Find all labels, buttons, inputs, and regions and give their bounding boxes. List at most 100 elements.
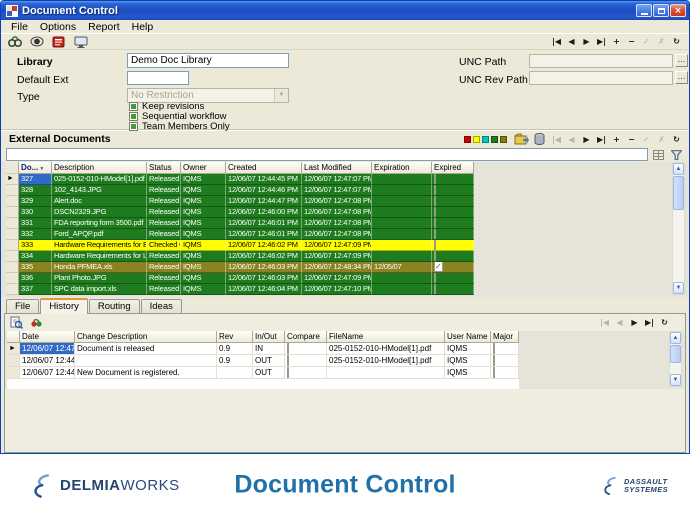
expired-cell[interactable] bbox=[432, 174, 474, 185]
nav-first-button[interactable]: |◀ bbox=[550, 36, 563, 47]
doc-cell[interactable]: 333 bbox=[19, 240, 52, 251]
status-cell[interactable]: Released bbox=[147, 207, 181, 218]
nav-insert-button[interactable]: + bbox=[610, 134, 623, 145]
document-row[interactable]: 337SPC data import.xlsReleasedIQMS12/06/… bbox=[6, 284, 689, 295]
nav-next-button[interactable]: ▶ bbox=[628, 317, 641, 328]
status-cell[interactable]: Released bbox=[147, 218, 181, 229]
doc-cell[interactable]: 336 bbox=[19, 273, 52, 284]
username-cell[interactable]: IQMS bbox=[445, 343, 491, 355]
owner-cell[interactable]: IQMS bbox=[181, 251, 226, 262]
compare-cell[interactable] bbox=[285, 343, 327, 355]
owner-cell[interactable]: IQMS bbox=[181, 273, 226, 284]
menu-help[interactable]: Help bbox=[126, 21, 160, 33]
default-ext-input[interactable] bbox=[127, 71, 189, 85]
modified-cell[interactable]: 12/06/07 12:47:09 PM bbox=[302, 240, 372, 251]
expiration-cell[interactable]: 12/05/07 bbox=[372, 262, 432, 273]
username-cell[interactable]: IQMS bbox=[445, 355, 491, 367]
checkbox-icon[interactable] bbox=[129, 102, 138, 111]
modified-cell[interactable]: 12/06/07 12:47:07 PM bbox=[302, 174, 372, 185]
description-cell[interactable]: Hardware Requirements for Ente bbox=[52, 240, 147, 251]
column-header-user-name[interactable]: User Name bbox=[445, 331, 491, 343]
maximize-button[interactable] bbox=[653, 4, 669, 17]
expired-cell[interactable] bbox=[432, 196, 474, 207]
description-cell[interactable]: SPC data import.xls bbox=[52, 284, 147, 295]
expired-cell[interactable] bbox=[432, 273, 474, 284]
owner-cell[interactable]: IQMS bbox=[181, 196, 226, 207]
tab-file[interactable]: File bbox=[6, 299, 39, 313]
expired-checkbox[interactable] bbox=[434, 218, 436, 228]
expired-cell[interactable] bbox=[432, 240, 474, 251]
expired-cell[interactable] bbox=[432, 229, 474, 240]
expired-checkbox[interactable] bbox=[434, 229, 436, 239]
document-row[interactable]: ►327025-0152-010-HModel[1].pdfReleasedIQ… bbox=[6, 174, 689, 185]
column-header-status[interactable]: Status bbox=[147, 162, 181, 174]
description-cell[interactable]: Hardware Requirements for Larg bbox=[52, 251, 147, 262]
status-cell[interactable]: Released bbox=[147, 251, 181, 262]
tab-routing[interactable]: Routing bbox=[89, 299, 140, 313]
column-header-compare[interactable]: Compare bbox=[285, 331, 327, 343]
inout-cell[interactable]: OUT bbox=[253, 355, 285, 367]
doc-cell[interactable]: 335 bbox=[19, 262, 52, 273]
expired-cell[interactable] bbox=[432, 218, 474, 229]
modified-cell[interactable]: 12/06/07 12:47:08 PM bbox=[302, 229, 372, 240]
filename-cell[interactable]: 025-0152-010-HModel[1].pdf bbox=[327, 355, 445, 367]
description-cell[interactable]: Honda PFMEA.xls bbox=[52, 262, 147, 273]
created-cell[interactable]: 12/06/07 12:46:01 PM bbox=[226, 218, 302, 229]
form-checkbox-row-2[interactable]: Team Members Only bbox=[129, 122, 230, 131]
column-header-created[interactable]: Created bbox=[226, 162, 302, 174]
rev-cell[interactable]: 0.9 bbox=[217, 355, 253, 367]
created-cell[interactable]: 12/06/07 12:44:47 PM bbox=[226, 196, 302, 207]
major-checkbox[interactable] bbox=[493, 343, 495, 354]
description-cell[interactable]: Ford_APQP.pdf bbox=[52, 229, 147, 240]
doc-cell[interactable]: 332 bbox=[19, 229, 52, 240]
form-checkbox-row-0[interactable]: Keep revisions bbox=[129, 102, 230, 111]
owner-cell[interactable]: IQMS bbox=[181, 218, 226, 229]
compare-checkbox[interactable] bbox=[287, 343, 289, 354]
database-icon[interactable] bbox=[532, 133, 547, 146]
change-description-cell[interactable]: Document is released bbox=[75, 343, 217, 355]
date-cell[interactable]: 12/06/07 12:44... bbox=[20, 355, 75, 367]
scroll-down-icon[interactable]: ▼ bbox=[670, 374, 681, 386]
documents-scrollbar[interactable]: ▲ ▼ bbox=[672, 162, 685, 295]
nav-prior-button[interactable]: ◀ bbox=[565, 36, 578, 47]
document-row[interactable]: 328102_4143.JPGReleasedIQMS12/06/07 12:4… bbox=[6, 185, 689, 196]
filename-cell[interactable]: 025-0152-010-HModel[1].pdf bbox=[327, 343, 445, 355]
change-description-cell[interactable]: New Document is registered. bbox=[75, 367, 217, 379]
expiration-cell[interactable] bbox=[372, 251, 432, 262]
description-cell[interactable]: DSCN2329.JPG bbox=[52, 207, 147, 218]
nav-next-button[interactable]: ▶ bbox=[580, 36, 593, 47]
column-header-filename[interactable]: FileName bbox=[327, 331, 445, 343]
document-row[interactable]: 330DSCN2329.JPGReleasedIQMS12/06/07 12:4… bbox=[6, 207, 689, 218]
doc-cell[interactable]: 337 bbox=[19, 284, 52, 295]
nav-next-button[interactable]: ▶ bbox=[580, 134, 593, 145]
status-cell[interactable]: Released bbox=[147, 196, 181, 207]
checkbox-icon[interactable] bbox=[129, 122, 138, 131]
expired-checkbox[interactable] bbox=[434, 207, 436, 217]
minimize-button[interactable] bbox=[636, 4, 652, 17]
history-row[interactable]: 12/06/07 12:44... 0.9OUT 025-0152-010-HMod… bbox=[7, 355, 519, 367]
expiration-cell[interactable] bbox=[372, 218, 432, 229]
description-cell[interactable]: Alert.doc bbox=[52, 196, 147, 207]
document-row[interactable]: 335Honda PFMEA.xlsReleasedIQMS12/06/07 1… bbox=[6, 262, 689, 273]
column-header-date[interactable]: Date bbox=[20, 331, 75, 343]
major-cell[interactable] bbox=[491, 355, 519, 367]
doc-cell[interactable]: 327 bbox=[19, 174, 52, 185]
column-header-change-description[interactable]: Change Description bbox=[75, 331, 217, 343]
expired-checkbox[interactable] bbox=[434, 273, 436, 283]
description-cell[interactable]: Plant Photo.JPG bbox=[52, 273, 147, 284]
filename-cell[interactable] bbox=[327, 367, 445, 379]
created-cell[interactable]: 12/06/07 12:46:04 PM bbox=[226, 284, 302, 295]
rev-cell[interactable] bbox=[217, 367, 253, 379]
document-row[interactable]: 336Plant Photo.JPGReleasedIQMS12/06/07 1… bbox=[6, 273, 689, 284]
scroll-down-icon[interactable]: ▼ bbox=[673, 282, 684, 294]
expiration-cell[interactable] bbox=[372, 273, 432, 284]
scroll-up-icon[interactable]: ▲ bbox=[670, 332, 681, 344]
modified-cell[interactable]: 12/06/07 12:47:09 PM bbox=[302, 251, 372, 262]
created-cell[interactable]: 12/06/07 12:46:01 PM bbox=[226, 229, 302, 240]
column-header-expiration[interactable]: Expiration bbox=[372, 162, 432, 174]
expired-checkbox[interactable] bbox=[434, 174, 436, 184]
username-cell[interactable]: IQMS bbox=[445, 367, 491, 379]
menu-file[interactable]: File bbox=[5, 21, 34, 33]
unc-path-browse-button[interactable]: … bbox=[675, 54, 688, 67]
scroll-thumb[interactable] bbox=[673, 176, 684, 210]
